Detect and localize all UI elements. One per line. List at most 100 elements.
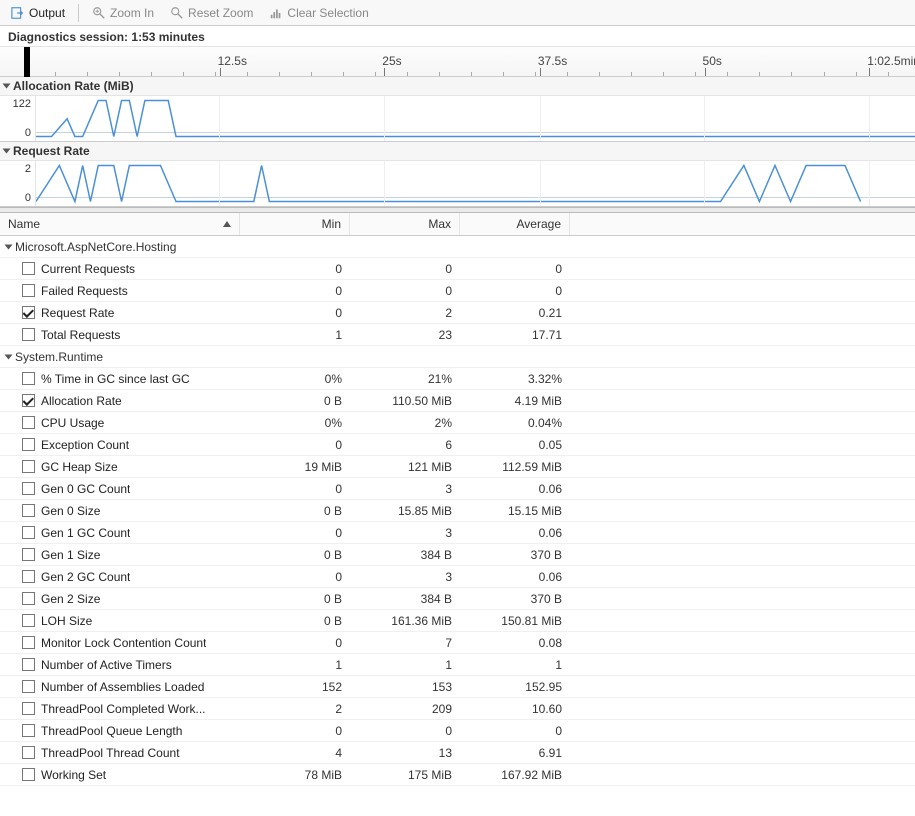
row-checkbox[interactable] [22,658,35,671]
table-row[interactable]: ThreadPool Thread Count4136.91 [0,742,915,764]
table-row[interactable]: Total Requests12317.71 [0,324,915,346]
cell-max: 3 [350,570,460,584]
table-row[interactable]: Current Requests000 [0,258,915,280]
cell-max: 23 [350,328,460,342]
ruler-tick [247,72,248,76]
table-row[interactable]: Number of Active Timers111 [0,654,915,676]
table-group[interactable]: System.Runtime [0,346,915,368]
table-row[interactable]: Working Set78 MiB175 MiB167.92 MiB [0,764,915,786]
zoom-in-button[interactable]: Zoom In [85,3,161,23]
table-row[interactable]: ThreadPool Queue Length000 [0,720,915,742]
cell-max: 153 [350,680,460,694]
table-row[interactable]: Gen 0 Size0 B15.85 MiB15.15 MiB [0,500,915,522]
row-checkbox[interactable] [22,284,35,297]
cell-avg: 3.32% [460,372,570,386]
row-checkbox[interactable] [22,526,35,539]
grid-line [540,161,541,206]
row-label: ThreadPool Completed Work... [41,702,206,716]
row-checkbox[interactable] [22,482,35,495]
row-checkbox[interactable] [22,746,35,759]
cell-max: 384 B [350,548,460,562]
output-label: Output [29,6,65,20]
row-checkbox[interactable] [22,328,35,341]
table-row[interactable]: CPU Usage0%2%0.04% [0,412,915,434]
reset-zoom-button[interactable]: Reset Zoom [163,3,260,23]
playhead-marker[interactable] [24,47,30,77]
table-row[interactable]: GC Heap Size19 MiB121 MiB112.59 MiB [0,456,915,478]
cell-min: 1 [240,328,350,342]
table-row[interactable]: Gen 0 GC Count030.06 [0,478,915,500]
lane-plot-request[interactable] [36,161,915,206]
table-row[interactable]: Gen 1 GC Count030.06 [0,522,915,544]
row-checkbox[interactable] [22,570,35,583]
row-checkbox[interactable] [22,768,35,781]
grid-line [540,96,541,141]
lane-plot-allocation[interactable] [36,96,915,141]
table-row[interactable]: Exception Count060.05 [0,434,915,456]
cell-min: 19 MiB [240,460,350,474]
cell-min: 0 B [240,394,350,408]
lane-title-request[interactable]: Request Rate [0,142,915,161]
table-row[interactable]: Gen 2 GC Count030.06 [0,566,915,588]
row-checkbox[interactable] [22,460,35,473]
cell-avg: 0.05 [460,438,570,452]
cell-avg: 0 [460,724,570,738]
row-checkbox[interactable] [22,504,35,517]
column-max[interactable]: Max [350,213,460,235]
cell-max: 161.36 MiB [350,614,460,628]
table-row[interactable]: Allocation Rate0 B110.50 MiB4.19 MiB [0,390,915,412]
row-checkbox[interactable] [22,614,35,627]
cell-max: 0 [350,724,460,738]
table-row[interactable]: Gen 2 Size0 B384 B370 B [0,588,915,610]
lane-request[interactable]: 2 0 [0,161,915,207]
table-row[interactable]: Gen 1 Size0 B384 B370 B [0,544,915,566]
lane-title-allocation[interactable]: Allocation Rate (MiB) [0,77,915,96]
grid-line [219,161,220,206]
row-checkbox[interactable] [22,372,35,385]
reset-zoom-label: Reset Zoom [188,6,253,20]
clear-selection-button[interactable]: Clear Selection [262,3,375,23]
column-min[interactable]: Min [240,213,350,235]
column-average[interactable]: Average [460,213,570,235]
cell-max: 3 [350,526,460,540]
table-row[interactable]: % Time in GC since last GC0%21%3.32% [0,368,915,390]
grid-line [869,161,870,206]
row-checkbox[interactable] [22,680,35,693]
cell-max: 6 [350,438,460,452]
row-checkbox[interactable] [22,702,35,715]
row-checkbox[interactable] [22,306,35,319]
row-checkbox[interactable] [22,548,35,561]
cell-max: 3 [350,482,460,496]
column-name[interactable]: Name [0,213,240,235]
row-label: % Time in GC since last GC [41,372,190,386]
ruler-tick [567,72,568,76]
cell-max: 0 [350,284,460,298]
table-row[interactable]: Number of Assemblies Loaded152153152.95 [0,676,915,698]
lane-allocation[interactable]: 122 0 [0,96,915,142]
row-label: LOH Size [41,614,92,628]
table-body: Microsoft.AspNetCore.HostingCurrent Requ… [0,236,915,786]
session-prefix: Diagnostics session: [8,30,128,44]
row-checkbox[interactable] [22,416,35,429]
ruler-label: 37.5s [538,54,567,68]
cell-max: 121 MiB [350,460,460,474]
table-row[interactable]: LOH Size0 B161.36 MiB150.81 MiB [0,610,915,632]
table-group[interactable]: Microsoft.AspNetCore.Hosting [0,236,915,258]
row-label: Gen 1 Size [41,548,100,562]
session-value: 1:53 minutes [131,30,204,44]
table-row[interactable]: Monitor Lock Contention Count070.08 [0,632,915,654]
row-checkbox[interactable] [22,262,35,275]
row-checkbox[interactable] [22,636,35,649]
table-row[interactable]: ThreadPool Completed Work...220910.60 [0,698,915,720]
timeline-ruler[interactable]: 12.5s25s37.5s50s1:02.5min [0,47,915,77]
row-checkbox[interactable] [22,394,35,407]
collapse-icon [3,149,11,154]
table-row[interactable]: Request Rate020.21 [0,302,915,324]
row-checkbox[interactable] [22,724,35,737]
row-checkbox[interactable] [22,438,35,451]
grid-line [384,96,385,141]
ruler-tick [55,72,56,76]
output-button[interactable]: Output [4,3,72,23]
table-row[interactable]: Failed Requests000 [0,280,915,302]
row-checkbox[interactable] [22,592,35,605]
